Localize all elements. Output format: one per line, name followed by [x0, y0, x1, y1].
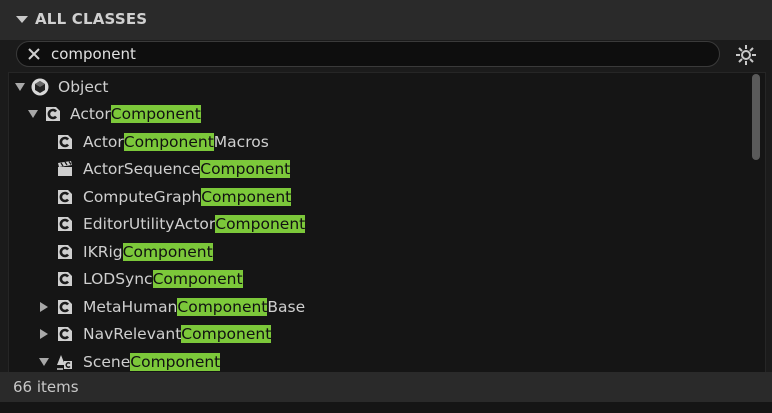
tree-item-ikrig-component[interactable]: IKRigComponent	[9, 239, 749, 266]
sequence-clapper-icon	[58, 161, 72, 176]
scene-component-icon	[57, 355, 72, 370]
class-c-icon	[58, 217, 72, 231]
class-c-icon	[58, 190, 72, 204]
tree-item-lodsync-component[interactable]: LODSyncComponent	[9, 266, 749, 293]
tree-item-object[interactable]: Object	[9, 74, 749, 101]
tree-item-label: IKRigComponent	[83, 243, 213, 261]
search-input[interactable]	[51, 43, 701, 65]
item-count: 66 items	[13, 378, 79, 396]
status-bar: 66 items	[0, 372, 772, 402]
class-c-icon	[58, 245, 72, 259]
tree-item-label: ActorComponentMacros	[83, 133, 269, 151]
expand-arrow-icon[interactable]	[15, 83, 25, 91]
class-c-icon	[58, 135, 72, 149]
x-icon[interactable]	[25, 45, 43, 63]
tree-item-actor-sequence-component[interactable]: ActorSequenceComponent	[9, 156, 749, 183]
tree-item-label: EditorUtilityActorComponent	[83, 215, 306, 233]
object-sphere-icon	[31, 78, 49, 96]
tree-scrollbar[interactable]	[752, 74, 760, 160]
tree-item-scene-component[interactable]: SceneComponent	[9, 349, 749, 372]
search-box	[16, 41, 720, 67]
expand-arrow-icon[interactable]	[40, 302, 48, 312]
section-title: ALL CLASSES	[35, 10, 148, 28]
panel-bottom-edge	[0, 402, 772, 413]
caret-down-icon[interactable]	[16, 16, 28, 23]
tree-item-editor-utility-actor-component[interactable]: EditorUtilityActorComponent	[9, 211, 749, 238]
tree-item-label: NavRelevantComponent	[83, 325, 272, 343]
tree-item-actor-component[interactable]: ActorComponent	[9, 101, 749, 128]
gear-icon[interactable]	[735, 44, 757, 66]
class-tree: Object ActorComponent ActorComponentMacr…	[8, 72, 766, 373]
tree-item-compute-graph-component[interactable]: ComputeGraphComponent	[9, 184, 749, 211]
tree-item-label: Object	[58, 78, 109, 96]
section-header[interactable]: ALL CLASSES	[0, 0, 772, 40]
class-c-icon	[58, 327, 72, 341]
tree-item-label: ComputeGraphComponent	[83, 188, 292, 206]
expand-arrow-icon[interactable]	[40, 329, 48, 339]
class-c-icon	[58, 272, 72, 286]
tree-item-label: MetaHumanComponentBase	[83, 298, 306, 316]
tree-item-metahuman-component-base[interactable]: MetaHumanComponentBase	[9, 294, 749, 321]
tree-item-actor-component-macros[interactable]: ActorComponentMacros	[9, 129, 749, 156]
tree-item-label: SceneComponent	[83, 353, 221, 371]
tree-item-label: LODSyncComponent	[83, 270, 243, 288]
expand-arrow-icon[interactable]	[39, 358, 49, 366]
class-c-icon	[58, 300, 72, 314]
class-c-icon	[46, 107, 60, 121]
expand-arrow-icon[interactable]	[28, 110, 38, 118]
tree-item-label: ActorSequenceComponent	[83, 160, 291, 178]
class-browser-panel: ALL CLASSES Object	[0, 0, 772, 413]
tree-item-navrelevant-component[interactable]: NavRelevantComponent	[9, 321, 749, 348]
tree-item-label: ActorComponent	[70, 105, 201, 123]
